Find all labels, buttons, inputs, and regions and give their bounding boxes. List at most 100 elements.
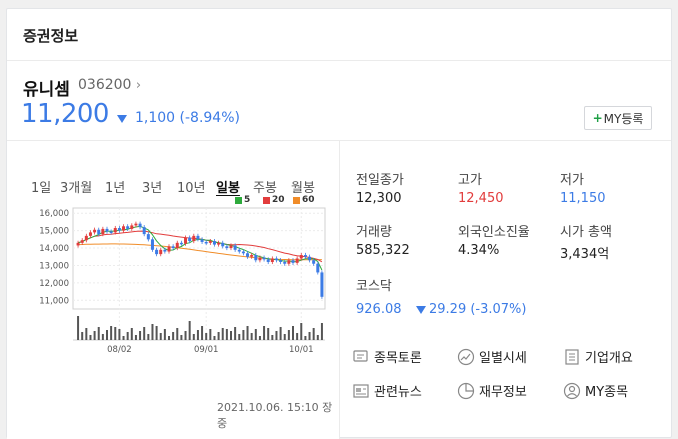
volume-bar <box>221 328 224 340</box>
volume-bar <box>93 331 96 340</box>
tab-10years[interactable]: 10년 <box>177 177 206 196</box>
volume-bar <box>304 336 307 340</box>
tab-3months[interactable]: 3개월 <box>60 177 92 196</box>
link-discussion[interactable]: 종목토론 <box>352 347 422 366</box>
x-tick-label: 08/02 <box>107 345 132 355</box>
link-my-stocks-label: MY종목 <box>585 385 629 400</box>
stock-name[interactable]: 유니셈 <box>23 75 70 100</box>
link-daily-price[interactable]: 일별시세 <box>457 347 527 366</box>
x-tick-label: 10/01 <box>289 345 314 355</box>
my-register-button[interactable]: + MY등록 <box>584 106 652 130</box>
candle-body <box>221 242 225 247</box>
candle-body <box>204 241 208 244</box>
current-price: 11,200 <box>21 99 109 129</box>
candle-body <box>283 261 287 264</box>
volume-bar <box>126 332 129 340</box>
link-daily-price-label: 일별시세 <box>479 351 527 366</box>
link-discussion-label: 종목토론 <box>374 351 422 366</box>
candle-body <box>237 249 241 252</box>
timestamp: 2021.10.06. 15:10 장중 <box>217 401 333 430</box>
volume-bar <box>213 336 216 340</box>
trend-icon <box>457 348 475 365</box>
candle-body <box>254 255 258 261</box>
candle-body <box>101 228 105 235</box>
tab-weekly[interactable]: 주봉 <box>253 177 277 196</box>
volume-bar <box>238 334 241 340</box>
volume-bar <box>246 326 249 340</box>
tab-monthly[interactable]: 월봉 <box>291 177 315 196</box>
price-change: 1,100 (-8.94%) <box>135 110 240 126</box>
candle-body <box>316 263 320 273</box>
link-my-stocks[interactable]: MY종목 <box>563 381 628 400</box>
tab-1year[interactable]: 1년 <box>105 177 125 196</box>
high-label: 고가 <box>458 173 482 188</box>
y-tick-label: 15,000 <box>39 227 69 237</box>
volume-bar <box>230 331 232 340</box>
candle-body <box>117 228 121 231</box>
volume-bar <box>196 330 199 340</box>
tab-daily[interactable]: 일봉 <box>216 177 240 196</box>
chart-panel: 1일 3개월 1년 3년 10년 일봉 주봉 월봉 5 20 60 16,000… <box>7 141 340 439</box>
link-company-overview-label: 기업개요 <box>585 351 633 366</box>
market-cap-value: 3,434억 <box>560 247 610 262</box>
volume-bar <box>184 331 187 340</box>
foreign-rate-label: 외국인소진율 <box>458 225 530 240</box>
my-register-label: MY등록 <box>603 111 644 126</box>
candle-body <box>246 253 250 257</box>
volume-bar <box>168 336 170 340</box>
candle-body <box>295 258 299 263</box>
candle-body <box>97 229 101 235</box>
candle-body <box>113 228 117 233</box>
volume-bar <box>254 329 257 340</box>
candle-body <box>291 260 295 263</box>
candle-body <box>270 258 274 262</box>
link-company-overview[interactable]: 기업개요 <box>563 347 633 366</box>
volume-bar <box>300 323 303 340</box>
card-title: 증권정보 <box>23 27 79 45</box>
volume-bar <box>110 326 113 340</box>
volume-bar <box>77 316 80 340</box>
volume-bar <box>287 330 290 340</box>
volume-bar <box>267 328 270 340</box>
candle-body <box>274 258 278 261</box>
volume-bar <box>283 334 286 340</box>
kosdaq-down-arrow-icon <box>416 306 426 314</box>
volume-bar <box>205 333 208 340</box>
candle-body <box>126 226 130 229</box>
kosdaq-value: 926.08 <box>356 302 402 317</box>
candle-body <box>299 255 303 259</box>
low-value: 11,150 <box>560 191 606 206</box>
volume-bar <box>312 328 315 340</box>
candle-body <box>155 249 159 255</box>
candle-body <box>192 235 196 242</box>
volume-bar <box>225 329 228 340</box>
candle-body <box>80 240 84 243</box>
volume-bar <box>258 336 261 340</box>
volume-bar <box>201 326 204 340</box>
link-related-news[interactable]: 관련뉴스 <box>352 381 422 400</box>
tab-3years[interactable]: 3년 <box>142 177 162 196</box>
candle-body <box>188 237 192 242</box>
volume-bar <box>106 330 108 340</box>
candle-body <box>122 226 126 231</box>
candle-body <box>229 245 233 249</box>
link-financials[interactable]: 재무정보 <box>457 381 527 400</box>
candle-body <box>258 257 262 261</box>
volume-bar <box>163 329 166 340</box>
y-tick-label: 16,000 <box>39 209 69 219</box>
candle-body <box>233 245 237 250</box>
candle-body <box>250 255 254 257</box>
volume-bar <box>130 328 133 340</box>
volume-bar <box>118 329 121 340</box>
volume-bar <box>180 335 183 340</box>
volume-bar <box>271 335 274 340</box>
stock-code-link[interactable]: 036200 › <box>78 77 141 93</box>
candle-body <box>262 257 266 260</box>
candle-body <box>171 246 175 249</box>
price-chart[interactable]: 16,000 15,000 14,000 13,000 12,000 11,000 08/0… <box>7 203 340 363</box>
candle-body <box>241 251 245 254</box>
tab-1day[interactable]: 1일 <box>31 177 51 196</box>
volume-bar <box>134 335 137 340</box>
volume-bar <box>85 328 88 340</box>
volume-bar <box>139 331 142 340</box>
